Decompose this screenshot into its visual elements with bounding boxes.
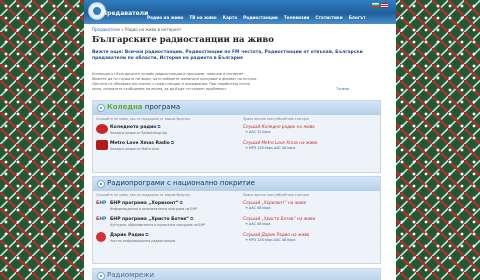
section-header: Коледна програма <box>93 101 380 115</box>
listen-link[interactable]: Слушай Дарик Радио на живо <box>243 232 309 237</box>
listen-link[interactable]: Слушай Коледно радио на живо <box>243 124 315 129</box>
station-description: Частна информационна радиостанция <box>110 239 176 243</box>
radio-icon <box>97 272 105 280</box>
station-name-link[interactable]: Дарик Радио⧉ <box>110 232 148 238</box>
section-title: Радиопрограми с национално покритие <box>107 179 255 187</box>
page-content: Предаватели Радио на живо ТВ на живо Кар… <box>84 0 396 280</box>
section-networks: Радиомрежи <box>92 268 381 280</box>
page-title: Българските радиостанции на живо <box>92 35 274 45</box>
stream-quality[interactable]: AAC 48 kbps <box>245 222 271 226</box>
column-headers: Слушайте на живо, ако се поддържа от ваш… <box>93 191 380 198</box>
nav-item-tv-live[interactable]: ТВ на живо <box>189 15 216 20</box>
bnr-logo-icon: БНР <box>96 217 107 222</box>
listen-link[interactable]: Слушай „Христо Ботев“ на живо <box>243 216 315 221</box>
station-row: Metro Love Xmas Radio⧉ Коледно радио от … <box>93 138 380 154</box>
station-name-link[interactable]: Коледното радио⧉ <box>110 124 161 130</box>
section-christmas: Коледна програма Слушайте на живо, ако с… <box>92 100 381 173</box>
listen-link[interactable]: Слушай „Хоризонт“ на живо <box>243 200 306 205</box>
english-flag-icon[interactable] <box>381 3 388 8</box>
radio-icon <box>97 104 105 112</box>
station-row: Дарик Радио⧉ Частна информационна радиос… <box>93 230 380 246</box>
nav-item-tv-stations[interactable]: Телевизии <box>284 15 310 20</box>
section-title: Коледна програма <box>107 103 181 111</box>
col-station: Слушайте на живо, ако се поддържа от ваш… <box>96 193 191 197</box>
logo-text: Предаватели <box>102 10 149 17</box>
station-name-link[interactable]: БНР програма „Христо Ботев“⧉ <box>110 216 193 222</box>
language-switcher <box>372 3 388 8</box>
stream-quality[interactable]: MP3 128 kbps AAC 48 kbps <box>245 238 295 242</box>
breadcrumb-separator: » <box>121 27 124 32</box>
intro-text: Колекция от българските онлайн радиостан… <box>92 72 258 91</box>
station-row: БНР БНР програма „Хоризонт“⧉ Информацион… <box>93 198 380 214</box>
col-listen: Пряко връзка към уебсайтова станция <box>243 117 309 121</box>
stream-quality[interactable]: MP3 128 kbps AAC 48 kbps <box>245 146 295 150</box>
station-row: Коледното радио⧉ Коледно радио от Radiol… <box>93 122 380 138</box>
station-row: БНР БНР програма „Христо Ботев“⧉ Културн… <box>93 214 380 230</box>
site-logo[interactable]: Предаватели <box>88 2 148 20</box>
stream-quality[interactable]: AAC 48 kbps <box>245 206 271 210</box>
see-also-links[interactable]: Вижте още: Всички радиостанции, Радиоста… <box>92 50 372 62</box>
station-description: Информационна и развлекателна програма н… <box>110 207 197 211</box>
station-description: Коледно радио от Radiolistings.bg <box>110 131 167 135</box>
station-logo-icon <box>96 140 108 150</box>
station-logo-icon <box>96 232 106 242</box>
side-link[interactable]: Тунело <box>336 87 349 91</box>
main-nav: Радио на живо ТВ на живо Карта Радиостан… <box>147 15 366 20</box>
column-headers: Слушайте на живо, ако се поддържа от ваш… <box>93 115 380 122</box>
nav-item-radio-live[interactable]: Радио на живо <box>147 15 183 20</box>
station-name-link[interactable]: БНР програма „Хоризонт“⧉ <box>110 200 183 206</box>
section-title: Радиомрежи <box>107 271 155 279</box>
nav-item-statistics[interactable]: Статистики <box>315 15 342 20</box>
breadcrumb: Предаватели » Радио на живо в интернет <box>92 27 181 32</box>
col-station: Слушайте на живо, ако се поддържа от ваш… <box>96 117 191 121</box>
station-logo-icon <box>96 124 108 134</box>
breadcrumb-home[interactable]: Предаватели <box>92 27 120 32</box>
listen-link[interactable]: Слушай Metro Love Xmas на живо <box>243 140 317 145</box>
nav-item-blog[interactable]: Блогът <box>349 15 366 20</box>
section-national: Радиопрограми с национално покритие Слуш… <box>92 176 381 264</box>
station-description: Културна, образователна и музикална прог… <box>110 223 206 227</box>
bnr-logo-icon: БНР <box>96 201 107 206</box>
station-description: Коледно радио от Metro Love <box>110 147 160 151</box>
nav-item-map[interactable]: Карта <box>223 15 238 20</box>
stream-quality[interactable]: AAC 32 kbps <box>245 130 271 134</box>
col-listen: Пряко връзка към уебсайтова станция <box>243 193 309 197</box>
breadcrumb-current: Радио на живо в интернет <box>125 27 182 32</box>
section-header: Радиопрограми с национално покритие <box>93 177 380 191</box>
station-name-link[interactable]: Metro Love Xmas Radio⧉ <box>110 140 174 146</box>
nav-item-radio-stations[interactable]: Радиостанции <box>243 15 278 20</box>
bulgarian-flag-icon[interactable] <box>372 3 379 8</box>
site-header: Предаватели Радио на живо ТВ на живо Кар… <box>84 0 396 24</box>
radio-icon <box>97 180 105 188</box>
